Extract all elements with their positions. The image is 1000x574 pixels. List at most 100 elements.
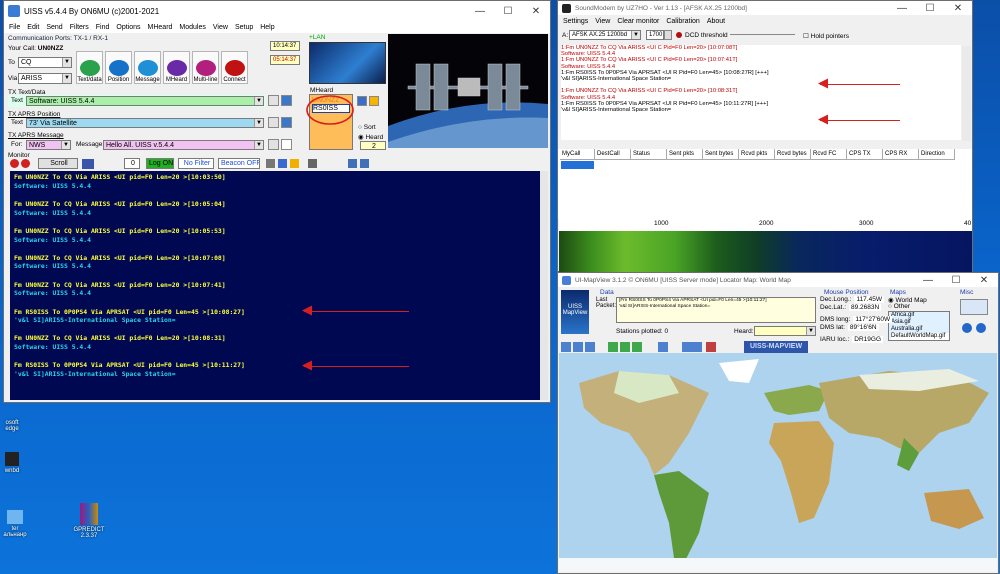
desktop-icon-edge[interactable]: osoft edge (0, 420, 24, 444)
tools-icon[interactable] (960, 299, 988, 315)
record-icon[interactable] (10, 159, 19, 168)
monitor-scrollbar[interactable] (540, 171, 548, 400)
via-select[interactable]: ARISS ▼ (18, 73, 72, 84)
open-icon[interactable] (561, 342, 571, 352)
send-text-button[interactable] (268, 95, 279, 106)
cut-icon[interactable] (266, 159, 275, 168)
position-button[interactable]: Position (105, 51, 132, 84)
send-msg-button[interactable] (268, 139, 279, 150)
heard-select[interactable]: ▼ (754, 326, 816, 336)
connect-button[interactable]: Connect (221, 51, 248, 84)
menu-item[interactable]: Calibration (666, 18, 699, 25)
menu-item[interactable]: Setup (235, 24, 253, 31)
to-select[interactable]: CQ ▼ (18, 57, 72, 68)
maximize-icon[interactable]: ☐ (916, 1, 944, 15)
exit-icon[interactable] (706, 342, 716, 352)
monitor-pane[interactable]: Fm UN0NZZ To CQ Via ARISS <UI pid=F0 Len… (10, 171, 540, 400)
map-file-item[interactable]: Asia.gif (891, 319, 949, 326)
save-icon[interactable] (357, 96, 367, 106)
print-icon[interactable] (348, 159, 357, 168)
column-header[interactable]: CPS TX (847, 149, 883, 160)
hold-pointers-checkbox[interactable]: ☐ Hold pointers (803, 32, 849, 40)
menu-item[interactable]: Filters (70, 24, 89, 31)
other-radio[interactable]: ○ Other (888, 303, 910, 310)
column-header[interactable]: Rcvd FC (811, 149, 847, 160)
minimize-icon[interactable]: — (466, 1, 494, 21)
menu-item[interactable]: Edit (27, 24, 39, 31)
soundmodem-titlebar[interactable]: SoundModem by UZ7HO - Ver 1.13 - [AFSK A… (558, 1, 972, 15)
menu-item[interactable]: Modules (179, 24, 205, 31)
menu-item[interactable]: View (213, 24, 228, 31)
sort-radio[interactable]: ○ Sort (358, 124, 376, 131)
maximize-icon[interactable]: ☐ (494, 1, 522, 21)
selected-row[interactable] (561, 161, 594, 169)
map-file-item[interactable]: Australia.gif (891, 326, 949, 333)
map-file-item[interactable]: Africa.gif (891, 312, 949, 319)
world-map[interactable] (559, 353, 997, 572)
info-icon[interactable] (962, 323, 972, 333)
logon-button[interactable]: Log ON (146, 158, 174, 169)
minimize-icon[interactable]: — (914, 273, 942, 287)
column-header[interactable]: MyCall (560, 149, 595, 160)
dcd-slider[interactable] (730, 34, 795, 35)
close-icon[interactable]: ✕ (970, 273, 998, 287)
uiss-titlebar[interactable]: UISS v5.4.4 By ON6MU (c)2001-2021 — ☐ ✕ (4, 1, 550, 21)
edit-text-button[interactable] (281, 95, 292, 106)
column-header[interactable]: Sent pkts (667, 149, 703, 160)
desktop-icon-gpredict[interactable]: GPREDICT 2.3.37 (66, 503, 112, 539)
layer-icon[interactable] (682, 342, 702, 352)
maximize-icon[interactable]: ☐ (942, 273, 970, 287)
menu-item[interactable]: Find (96, 24, 110, 31)
multi-line-button[interactable]: Multi-line (192, 51, 219, 84)
desktop-icon-terminal[interactable]: ter альнанр (0, 510, 30, 538)
map-file-item[interactable]: DefaultWorldMap.gif (891, 333, 949, 340)
save-icon[interactable] (573, 342, 583, 352)
mapview-titlebar[interactable]: UI-MapView 3.1.2 © ON6MU [UISS Server mo… (558, 273, 998, 287)
plot-icon[interactable] (608, 342, 618, 352)
zoom-icon[interactable] (585, 342, 595, 352)
menu-item[interactable]: Help (260, 24, 274, 31)
refresh-icon[interactable] (658, 342, 668, 352)
column-header[interactable]: Status (631, 149, 667, 160)
mode-select[interactable]: AFSK AX.25 1200bd ▼ (569, 30, 641, 40)
edit-pos-button[interactable] (281, 117, 292, 128)
menu-item[interactable]: Send (46, 24, 62, 31)
close-icon[interactable]: ✕ (522, 1, 550, 21)
beacon-button[interactable]: Beacon OFF (218, 158, 260, 169)
minimize-icon[interactable]: — (888, 1, 916, 15)
menu-item[interactable]: MHeard (148, 24, 173, 31)
tx-msg-input[interactable]: Hello All. UISS v.5.4.4 ▼ (103, 140, 264, 150)
print-icon[interactable] (620, 342, 630, 352)
spin-icon[interactable] (664, 30, 672, 40)
message-button[interactable]: Message (134, 51, 161, 84)
save-log-icon[interactable] (360, 159, 369, 168)
help-icon[interactable] (976, 323, 986, 333)
clear-map-icon[interactable] (632, 342, 642, 352)
soundmodem-scrollbar[interactable] (962, 46, 971, 141)
text-data-button[interactable]: Text/data (76, 51, 103, 84)
heard-radio[interactable]: ◉ Heard (358, 133, 383, 141)
find-icon[interactable] (308, 159, 317, 168)
column-header[interactable]: Rcvd bytes (775, 149, 811, 160)
close-icon[interactable]: ✕ (944, 1, 972, 15)
filter-button[interactable]: No Filter (178, 158, 214, 169)
column-header[interactable]: DestCall (595, 149, 631, 160)
menu-item[interactable]: Clear monitor (617, 18, 659, 25)
copy-icon[interactable] (278, 159, 287, 168)
paste-icon[interactable] (290, 159, 299, 168)
send-pos-button[interactable] (268, 117, 279, 128)
menu-item[interactable]: Settings (563, 18, 588, 25)
column-header[interactable]: CPS RX (883, 149, 919, 160)
mheard-button[interactable]: MHeard (163, 51, 190, 84)
menu-item[interactable]: About (707, 18, 725, 25)
clear-icon[interactable] (368, 96, 379, 106)
stop-icon[interactable] (21, 159, 30, 168)
mail-icon[interactable] (281, 139, 292, 150)
soundmodem-monitor[interactable]: 1:Fm UN0NZZ To CQ Via ARISS <UI C Pid=F0… (561, 45, 961, 140)
freq-input[interactable]: 1700 (646, 30, 664, 40)
tx-text-input[interactable]: Software: UISS 5.4.4 ▼ (26, 96, 264, 106)
column-header[interactable]: Rcvd pkts (739, 149, 775, 160)
menu-item[interactable]: File (9, 24, 20, 31)
menu-item[interactable]: Options (116, 24, 140, 31)
column-header[interactable]: Sent bytes (703, 149, 739, 160)
